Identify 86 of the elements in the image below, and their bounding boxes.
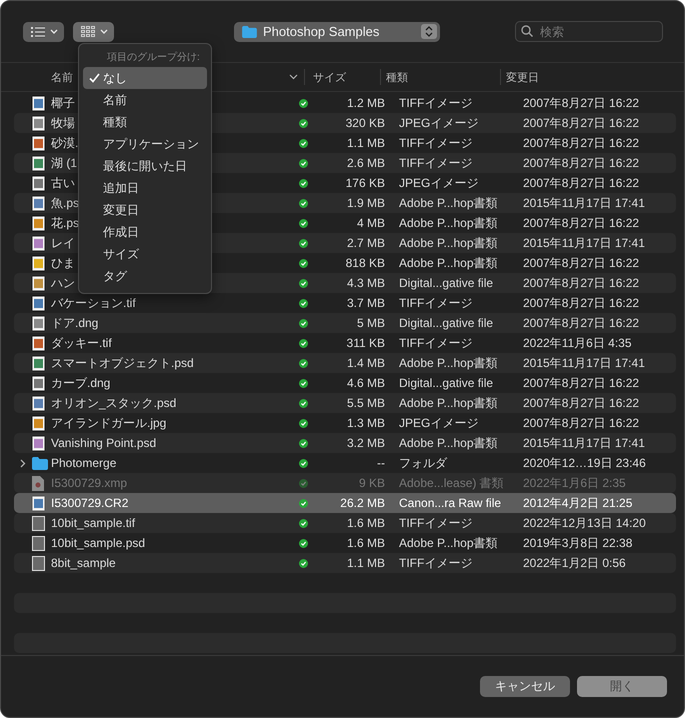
file-size: 1.2 MB [346, 96, 386, 110]
file-name: I5300729.xmp [51, 476, 128, 490]
modified-date: 2022年1月2日 0:56 [522, 554, 627, 572]
file-size: 4.3 MB [346, 276, 386, 290]
file-size: 1.1 MB [346, 136, 386, 150]
modified-date: 2020年12…19日 23:46 [522, 454, 647, 472]
file-kind: Canon...ra Raw file [398, 496, 502, 510]
file-name: レイ [51, 234, 75, 252]
file-size: 1.9 MB [346, 196, 386, 210]
file-name: 8bit_sample [51, 556, 116, 570]
file-name: 10bit_sample.tif [51, 516, 136, 530]
file-kind: Digital...gative file [398, 276, 494, 290]
modified-date: 2007年8月27日 16:22 [522, 94, 640, 112]
modified-date: 2007年8月27日 16:22 [522, 314, 640, 332]
file-kind: Adobe P...hop書類 [398, 434, 499, 452]
modified-date: 2019年3月8日 22:38 [522, 534, 634, 552]
file-kind: TIFFイメージ [398, 554, 474, 572]
modified-date: 2015年11月17日 17:41 [522, 434, 646, 452]
file-name: 牧場 [51, 114, 75, 132]
file-kind: Adobe P...hop書類 [398, 234, 499, 252]
file-size: 26.2 MB [339, 496, 386, 510]
menu-title: 項目のグループ分け: [106, 50, 201, 65]
file-kind: Adobe P...hop書類 [398, 254, 499, 272]
file-kind: Adobe...lease) 書類 [398, 474, 505, 492]
file-kind: JPEGイメージ [398, 414, 480, 432]
file-name: I5300729.CR2 [51, 496, 128, 510]
file-kind: TIFFイメージ [398, 294, 474, 312]
file-size: 2.7 MB [346, 236, 386, 250]
modified-date: 2007年8月27日 16:22 [522, 114, 640, 132]
modified-date: 2007年8月27日 16:22 [522, 414, 640, 432]
file-kind: TIFFイメージ [398, 514, 474, 532]
modified-date: 2022年11月6日 4:35 [522, 334, 633, 352]
file-name: 魚.ps [51, 194, 80, 212]
file-kind: Adobe P...hop書類 [398, 534, 499, 552]
file-kind: TIFFイメージ [398, 94, 474, 112]
file-size: 320 KB [344, 116, 386, 130]
file-kind: フォルダ [398, 454, 448, 472]
file-size: 5 MB [356, 316, 386, 330]
modified-date: 2007年8月27日 16:22 [522, 154, 640, 172]
file-kind: Adobe P...hop書類 [398, 214, 499, 232]
file-size: -- [376, 456, 386, 470]
modified-date: 2007年8月27日 16:22 [522, 394, 640, 412]
file-size: 311 KB [346, 336, 386, 350]
file-size: 176 KB [344, 176, 386, 190]
file-size: 9 KB [358, 476, 386, 490]
file-size: 1.3 MB [346, 416, 386, 430]
modified-date: 2007年8月27日 16:22 [522, 134, 640, 152]
modified-date: 2022年1月6日 2:35 [522, 474, 627, 492]
modified-date: 2022年12月13日 14:20 [522, 514, 647, 532]
file-kind: Digital...gative file [398, 316, 494, 330]
file-kind: Adobe P...hop書類 [398, 394, 499, 412]
file-kind: Adobe P...hop書類 [398, 354, 499, 372]
file-kind: JPEGイメージ [398, 114, 480, 132]
modified-date: 2015年11月17日 17:41 [522, 234, 646, 252]
file-size: 4 MB [356, 216, 386, 230]
file-size: 2.6 MB [346, 156, 386, 170]
file-size: 1.1 MB [346, 556, 386, 570]
file-name: ドア.dng [51, 314, 98, 332]
file-size: 3.2 MB [346, 436, 386, 450]
file-name: 湖 (1 [51, 154, 78, 172]
file-size: 1.4 MB [346, 356, 386, 370]
modified-date: 2007年8月27日 16:22 [522, 374, 640, 392]
modified-date: 2012年4月2日 21:25 [522, 494, 634, 512]
file-size: 4.6 MB [346, 376, 386, 390]
modified-date: 2007年8月27日 16:22 [522, 294, 640, 312]
file-name: オリオン_スタック.psd [51, 394, 176, 412]
modified-date: 2015年11月17日 17:41 [522, 194, 646, 212]
file-size: 1.6 MB [346, 536, 386, 550]
modified-date: 2015年11月17日 17:41 [522, 354, 646, 372]
file-size: 1.6 MB [346, 516, 386, 530]
file-size: 5.5 MB [346, 396, 386, 410]
modified-date: 2007年8月27日 16:22 [522, 274, 640, 292]
file-kind: TIFFイメージ [398, 334, 474, 352]
modified-date: 2007年8月27日 16:22 [522, 174, 640, 192]
file-name: ハン [51, 274, 75, 292]
modified-date: 2007年8月27日 16:22 [522, 214, 640, 232]
file-kind: Digital...gative file [398, 376, 494, 390]
file-name: スマートオブジェクト.psd [51, 354, 194, 372]
file-kind: Adobe P...hop書類 [398, 194, 499, 212]
file-kind: JPEGイメージ [398, 174, 480, 192]
file-kind: TIFFイメージ [398, 154, 474, 172]
file-kind: TIFFイメージ [398, 134, 474, 152]
modified-date: 2007年8月27日 16:22 [522, 254, 640, 272]
file-name: Vanishing Point.psd [51, 436, 156, 450]
file-size: 3.7 MB [346, 296, 386, 310]
file-size: 818 KB [344, 256, 386, 270]
